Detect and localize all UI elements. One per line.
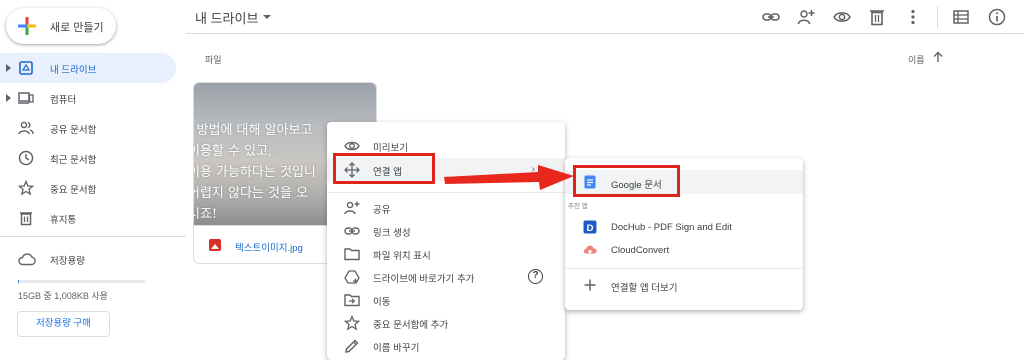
arrow-up-icon[interactable] (932, 51, 944, 63)
image-file-icon (209, 239, 221, 251)
plus-icon (18, 17, 36, 35)
sidebar-item-label: 컴퓨터 (50, 95, 77, 106)
more-vert-icon[interactable] (904, 8, 922, 26)
files-section-label: 파일 (205, 55, 222, 65)
header-divider (937, 6, 938, 28)
sidebar-item-shared[interactable]: 공유 문서함 (0, 113, 176, 143)
help-icon[interactable]: ? (528, 269, 543, 284)
thumbnail-text-line: 시죠! (194, 207, 218, 222)
expand-caret-icon[interactable] (6, 64, 11, 72)
link-icon[interactable] (762, 8, 780, 26)
menu-item-label: 파일 위치 표시 (373, 251, 431, 262)
menu-item-label: 중요 문서함에 추가 (373, 320, 449, 331)
buy-storage-button[interactable]: 저장용량 구매 (17, 311, 110, 337)
cloud-icon (18, 253, 36, 266)
submenu-item-label: CloudConvert (611, 245, 670, 256)
submenu-divider (565, 268, 803, 269)
sidebar-item-computers[interactable]: 컴퓨터 (0, 83, 176, 113)
sort-name-button[interactable]: 이름 (908, 53, 925, 66)
thumbnail-text-line: 이용 가능하다는 것입니 (193, 165, 316, 180)
menu-item-move[interactable]: 이동 (327, 288, 565, 311)
plus-icon (584, 279, 596, 291)
submenu-item-more-apps[interactable]: 연결할 앱 더보기 (565, 273, 803, 297)
menu-item-rename[interactable]: 이름 바꾸기 (327, 334, 565, 357)
menu-item-label: 드라이브에 바로가기 추가 (373, 274, 475, 285)
new-button[interactable]: 새로 만들기 (6, 8, 116, 44)
highlight-box-open-with (333, 153, 435, 184)
sidebar-item-label: 공유 문서함 (50, 125, 97, 136)
submenu-item-label: DocHub - PDF Sign and Edit (611, 222, 732, 233)
move-to-icon (344, 294, 360, 307)
sidebar-item-my-drive[interactable]: 내 드라이브 (0, 53, 176, 83)
storage-usage-text: 15GB 중 1,008KB 사용 (18, 291, 108, 301)
list-view-icon[interactable] (952, 8, 970, 26)
sidebar-item-label: 최근 문서함 (50, 155, 97, 166)
menu-item-show-location[interactable]: 파일 위치 표시 (327, 242, 565, 265)
sidebar-item-label: 휴지통 (50, 215, 77, 226)
sidebar-item-label: 내 드라이브 (50, 65, 97, 76)
add-person-icon (344, 201, 360, 215)
menu-item-add-shortcut[interactable]: 드라이브에 바로가기 추가 ? (327, 265, 565, 288)
sidebar-item-storage[interactable]: 저장용량 (0, 245, 186, 275)
add-person-icon[interactable] (797, 8, 815, 26)
menu-item-label: 공유 (373, 205, 391, 216)
header: 내 드라이브 (186, 0, 1024, 34)
sidebar-divider (0, 236, 186, 237)
chevron-down-icon[interactable] (263, 15, 271, 19)
submenu-item-dochub[interactable]: D DocHub - PDF Sign and Edit (565, 215, 803, 239)
dochub-icon: D (583, 220, 597, 234)
sidebar: 새로 만들기 내 드라이브 컴퓨터 공유 문서함 최근 문서함 중요 문서함 휴… (0, 0, 186, 360)
menu-item-label: 미리보기 (373, 143, 408, 154)
expand-caret-icon[interactable] (6, 94, 11, 102)
info-icon[interactable] (988, 8, 1006, 26)
sidebar-nav: 내 드라이브 컴퓨터 공유 문서함 최근 문서함 중요 문서함 휴지통 (0, 53, 176, 233)
thumbnail-text-line: 이용할 수 있고, (193, 144, 273, 159)
sidebar-item-starred[interactable]: 중요 문서함 (0, 173, 176, 203)
highlight-box-google-docs (573, 165, 680, 197)
folder-icon (344, 248, 360, 261)
eye-icon (344, 141, 360, 151)
cloudconvert-icon (583, 245, 597, 254)
trash-icon (20, 212, 32, 226)
sidebar-item-trash[interactable]: 휴지통 (0, 203, 176, 233)
star-icon (344, 315, 360, 331)
sidebar-item-recent[interactable]: 최근 문서함 (0, 143, 176, 173)
submenu-item-label: 연결할 앱 더보기 (611, 283, 678, 294)
clock-icon (18, 150, 34, 166)
menu-item-label: 링크 생성 (373, 228, 411, 239)
sidebar-item-label: 중요 문서함 (50, 185, 97, 196)
file-name: 텍스트이미지.jpg (235, 243, 303, 254)
pencil-icon (345, 339, 359, 353)
link-icon (344, 227, 360, 235)
storage-label: 저장용량 (50, 256, 85, 267)
storage-bar-fill (18, 280, 19, 283)
menu-item-add-starred[interactable]: 중요 문서함에 추가 (327, 311, 565, 334)
menu-item-label: 이동 (373, 297, 391, 308)
people-icon (18, 121, 34, 135)
submenu-item-cloudconvert[interactable]: CloudConvert (565, 238, 803, 262)
storage-bar (18, 280, 146, 283)
annotation-arrow-icon (444, 165, 574, 190)
trash-icon[interactable] (868, 8, 886, 26)
svg-text:D: D (587, 223, 594, 234)
recommended-apps-label: 추천 앱 (568, 203, 588, 210)
thumbnail-text-line: - 방법에 대해 알아보고 (193, 123, 313, 138)
menu-item-share[interactable]: 공유 (327, 196, 565, 219)
new-button-label: 새로 만들기 (50, 22, 104, 34)
eye-icon[interactable] (833, 8, 851, 26)
menu-item-label: 이름 바꾸기 (373, 343, 420, 354)
star-icon (18, 180, 34, 196)
menu-item-get-link[interactable]: 링크 생성 (327, 219, 565, 242)
drive-shortcut-icon (344, 270, 360, 284)
thumbnail-text-line: 어렵지 않다는 것을 오 (193, 186, 309, 201)
drive-icon (19, 61, 33, 75)
page-title[interactable]: 내 드라이브 (195, 8, 258, 27)
computer-icon (18, 92, 34, 104)
